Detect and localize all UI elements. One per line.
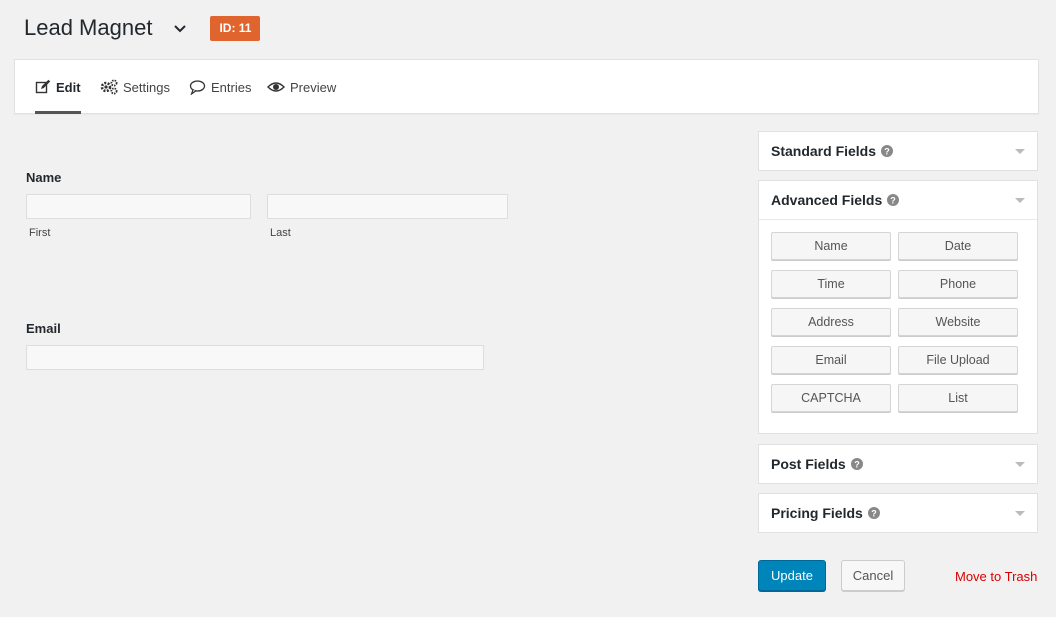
form-title: Lead Magnet [24, 15, 153, 40]
form-header: Lead Magnet ID: 11 [24, 12, 261, 44]
tab-settings[interactable]: Settings [100, 60, 170, 114]
entries-icon [189, 79, 206, 95]
standard-fields-header[interactable]: Standard Fields ? [759, 132, 1037, 170]
collapse-caret-icon[interactable] [1015, 198, 1025, 203]
collapse-caret-icon[interactable] [1015, 149, 1025, 154]
advanced-fields-header[interactable]: Advanced Fields ? [759, 181, 1037, 219]
post-fields-header[interactable]: Post Fields ? [759, 445, 1037, 483]
tab-preview-label: Preview [290, 79, 337, 95]
last-name-sublabel: Last [270, 227, 291, 239]
form-id-badge: ID: 11 [210, 15, 261, 41]
svg-text:?: ? [884, 146, 890, 156]
pricing-fields-header[interactable]: Pricing Fields ? [759, 494, 1037, 532]
add-phone-field-button[interactable]: Phone [898, 270, 1018, 298]
advanced-fields-body: Name Date Time Phone Address Website Ema… [759, 219, 1037, 433]
tab-entries[interactable]: Entries [189, 60, 251, 114]
add-date-field-button[interactable]: Date [898, 232, 1018, 260]
collapse-caret-icon[interactable] [1015, 511, 1025, 516]
tab-edit-label: Edit [56, 79, 81, 95]
tab-preview[interactable]: Preview [267, 60, 336, 114]
add-captcha-field-button[interactable]: CAPTCHA [771, 384, 891, 412]
svg-text:?: ? [854, 459, 860, 469]
add-time-field-button[interactable]: Time [771, 270, 891, 298]
add-email-field-button[interactable]: Email [771, 346, 891, 374]
last-name-input[interactable] [267, 194, 508, 219]
name-field-label: Name [26, 170, 62, 185]
tab-entries-label: Entries [211, 79, 252, 95]
standard-fields-panel: Standard Fields ? [758, 131, 1038, 171]
help-icon[interactable]: ? [887, 194, 900, 206]
pricing-fields-panel: Pricing Fields ? [758, 493, 1038, 533]
add-address-field-button[interactable]: Address [771, 308, 891, 336]
help-icon[interactable]: ? [850, 458, 863, 470]
advanced-fields-title: Advanced Fields [771, 192, 883, 208]
help-icon[interactable]: ? [867, 507, 880, 519]
add-file-upload-field-button[interactable]: File Upload [898, 346, 1018, 374]
email-input[interactable] [26, 345, 484, 370]
pricing-fields-title: Pricing Fields [771, 505, 863, 521]
add-website-field-button[interactable]: Website [898, 308, 1018, 336]
add-list-field-button[interactable]: List [898, 384, 1018, 412]
first-name-sublabel: First [29, 227, 51, 239]
post-fields-title: Post Fields [771, 456, 846, 472]
collapse-caret-icon[interactable] [1015, 462, 1025, 467]
email-field-label: Email [26, 321, 61, 336]
help-icon[interactable]: ? [881, 145, 894, 157]
update-button[interactable]: Update [758, 560, 826, 591]
advanced-fields-panel: Advanced Fields ? Name Date Time Phone A… [758, 180, 1038, 434]
svg-text:?: ? [871, 508, 877, 518]
tab-settings-label: Settings [123, 79, 170, 95]
chevron-down-icon[interactable] [172, 20, 188, 36]
move-to-trash-link[interactable]: Move to Trash [955, 569, 1037, 584]
tab-edit[interactable]: Edit [35, 60, 81, 114]
form-toolbar: Edit Settings Entries Preview [14, 59, 1039, 114]
svg-text:?: ? [891, 195, 897, 205]
cancel-button[interactable]: Cancel [841, 560, 905, 591]
post-fields-panel: Post Fields ? [758, 444, 1038, 484]
edit-icon [35, 79, 51, 95]
standard-fields-title: Standard Fields [771, 143, 877, 159]
settings-icon [100, 79, 118, 95]
add-name-field-button[interactable]: Name [771, 232, 891, 260]
first-name-input[interactable] [26, 194, 251, 219]
preview-icon [267, 79, 285, 95]
